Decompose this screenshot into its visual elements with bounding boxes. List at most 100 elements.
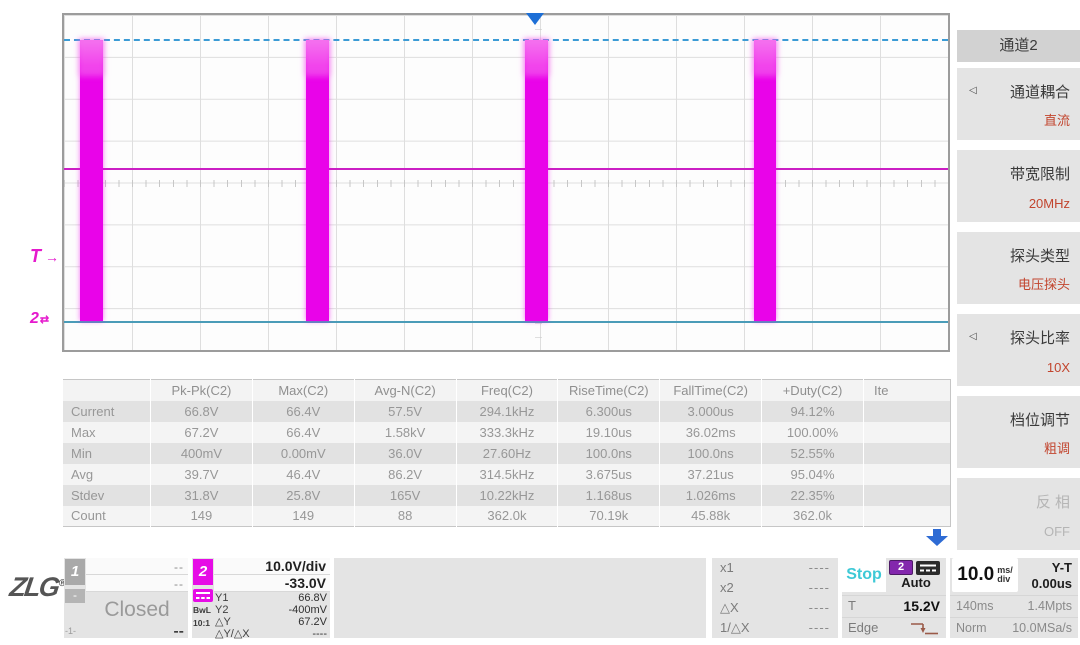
- waveform-display[interactable]: [62, 13, 950, 352]
- cursor-y2-line[interactable]: [64, 321, 948, 323]
- acquisition-mode: Norm: [956, 618, 987, 638]
- measurement-cell: 70.19k: [558, 506, 660, 527]
- measurement-cell: 149: [151, 506, 253, 527]
- ch2-badge[interactable]: 2: [193, 559, 213, 585]
- ch1-closed-status: Closed: [86, 592, 188, 626]
- table-row: Count14914988362.0k70.19k45.88k362.0k: [63, 506, 951, 527]
- measurement-table-body: Current66.8V66.4V57.5V294.1kHz6.300us3.0…: [63, 401, 951, 527]
- ch2-readout-row: Y2-400mV: [214, 604, 330, 616]
- status-bar: ZLG® 1 - -1- -- -- Closed -- 2 B: [0, 556, 1080, 640]
- row-label: Max: [63, 422, 151, 443]
- measurement-cell: 57.5V: [354, 401, 456, 422]
- measurement-cell: 100.0ns: [660, 443, 762, 464]
- readout-value: -400mV: [288, 604, 327, 616]
- pulse-burst: [306, 40, 329, 320]
- zlg-logo: ZLG®: [8, 572, 68, 603]
- sample-rate-value: 10.0MSa/s: [1012, 618, 1072, 638]
- menu-item-label: 档位调节: [1010, 409, 1070, 430]
- display-mode: Y-T: [1052, 560, 1072, 575]
- trigger-source-badge[interactable]: 2: [889, 560, 913, 575]
- timebase-unit-bottom: div: [997, 575, 1013, 584]
- menu-item-value: 粗调: [1044, 438, 1070, 457]
- cursor-label: x2: [720, 578, 734, 598]
- cursor-row: x2----: [712, 578, 838, 598]
- oscilloscope-screen: T→ 2⇄ Pk-Pk(C2)Max(C2)Avg-N(C2)Freq(C2)R…: [0, 0, 1080, 645]
- cursor-label: 1/△X: [720, 618, 750, 638]
- measurement-cell: [864, 401, 951, 422]
- column-header: Freq(C2): [456, 380, 558, 401]
- trigger-mode[interactable]: Auto: [889, 575, 943, 590]
- menu-item-4[interactable]: 探头比率 10X: [957, 314, 1080, 386]
- table-row: Max67.2V66.4V1.58kV333.3kHz19.10us36.02m…: [63, 422, 951, 443]
- menu-item-label: 探头比率: [1010, 327, 1070, 348]
- measurement-cell: 46.4V: [252, 464, 354, 485]
- cursor-row: 1/△X----: [712, 618, 838, 638]
- trigger-source[interactable]: 2: [889, 560, 940, 575]
- measurement-cell: 400mV: [151, 443, 253, 464]
- measurement-cell: 94.12%: [762, 401, 864, 422]
- readout-value: ----: [312, 628, 327, 640]
- trigger-status: Stop 2 Auto T 15.2V Edge: [842, 558, 946, 638]
- menu-item-value: 10X: [1047, 360, 1070, 375]
- ch2-cursor-readouts: Y166.8VY2-400mV△Y67.2V△Y/△X----: [214, 592, 330, 640]
- measurement-cell: [864, 464, 951, 485]
- measurement-cell: 149: [252, 506, 354, 527]
- measurement-cell: 1.026ms: [660, 485, 762, 506]
- trigger-type-label: Edge: [848, 618, 878, 638]
- logo-text: ZLG: [8, 572, 60, 602]
- menu-item-3[interactable]: 探头类型电压探头: [957, 232, 1080, 304]
- table-row: Stdev31.8V25.8V165V10.22kHz1.168us1.026m…: [63, 485, 951, 506]
- cursor-rows: x1----x2----△X----1/△X----: [712, 558, 838, 638]
- measurement-cell: 67.2V: [151, 422, 253, 443]
- readout-value: 67.2V: [298, 616, 327, 628]
- cursor-value: ----: [809, 598, 830, 618]
- measurement-cell: 3.000us: [660, 401, 762, 422]
- run-state-button[interactable]: Stop: [842, 558, 886, 592]
- menu-item-label: 通道耦合: [1010, 81, 1070, 102]
- column-header: FallTime(C2): [660, 380, 762, 401]
- menu-item-value: 直流: [1044, 110, 1070, 129]
- menu-item-2[interactable]: 带宽限制20MHz: [957, 150, 1080, 222]
- table-row: Avg39.7V46.4V86.2V314.5kHz3.675us37.21us…: [63, 464, 951, 485]
- measurement-cell: 39.7V: [151, 464, 253, 485]
- table-row: Current66.8V66.4V57.5V294.1kHz6.300us3.0…: [63, 401, 951, 422]
- cursor-y1-line[interactable]: [64, 39, 948, 41]
- channel1-status[interactable]: 1 - -1- -- -- Closed --: [64, 558, 188, 638]
- trigger-level-value: 15.2V: [903, 596, 940, 616]
- menu-item-5[interactable]: 档位调节粗调: [957, 396, 1080, 468]
- measurement-cell: 314.5kHz: [456, 464, 558, 485]
- horizontal-axis-ticks: [64, 180, 948, 187]
- menu-item-label: 反 相: [1036, 491, 1070, 512]
- trigger-level-marker[interactable]: T→: [30, 246, 59, 267]
- measurement-table: Pk-Pk(C2)Max(C2)Avg-N(C2)Freq(C2)RiseTim…: [62, 379, 951, 527]
- measurement-cell: 362.0k: [762, 506, 864, 527]
- row-label: Avg: [63, 464, 151, 485]
- ch2-readout: 10.0V/div -33.0V Y166.8VY2-400mV△Y67.2V△…: [214, 558, 330, 638]
- trigger-position-marker-icon[interactable]: [526, 13, 544, 25]
- measurement-cell: [864, 485, 951, 506]
- ch1-minus-badge: -: [65, 589, 85, 603]
- measurement-cell: 25.8V: [252, 485, 354, 506]
- ch1-badge[interactable]: 1: [65, 559, 85, 585]
- ch2-offset-value: -33.0V: [285, 575, 326, 591]
- measurement-cell: 66.4V: [252, 422, 354, 443]
- table-scroll-down-icon[interactable]: [926, 529, 948, 546]
- menu-item-1[interactable]: 通道耦合直流: [957, 68, 1080, 140]
- measurement-cell: 52.55%: [762, 443, 864, 464]
- measurement-table-header: Pk-Pk(C2)Max(C2)Avg-N(C2)Freq(C2)RiseTim…: [63, 380, 951, 401]
- timebase-scale-box[interactable]: 10.0 ms/ div: [952, 558, 1018, 592]
- measurement-cell: 10.22kHz: [456, 485, 558, 506]
- trigger-level-label: T: [30, 246, 41, 266]
- ch1-impedance-label: -1-: [65, 626, 76, 636]
- measurement-cell: 3.675us: [558, 464, 660, 485]
- cursor-row: △X----: [712, 598, 838, 618]
- pulse-burst: [525, 40, 548, 320]
- cursor-value: ----: [809, 558, 830, 578]
- trigger-level-title: T: [848, 596, 856, 616]
- menu-item-6[interactable]: 反 相OFF: [957, 478, 1080, 550]
- ch2-position-marker[interactable]: 2⇄: [30, 310, 49, 328]
- ch1-scale-value: --: [174, 560, 184, 574]
- channel2-status[interactable]: 2 BwL 10:1 10.0V/div -33.0V Y166.8VY2-40…: [192, 558, 330, 638]
- measurement-cell: [864, 422, 951, 443]
- left-arrow-icon: [969, 331, 977, 342]
